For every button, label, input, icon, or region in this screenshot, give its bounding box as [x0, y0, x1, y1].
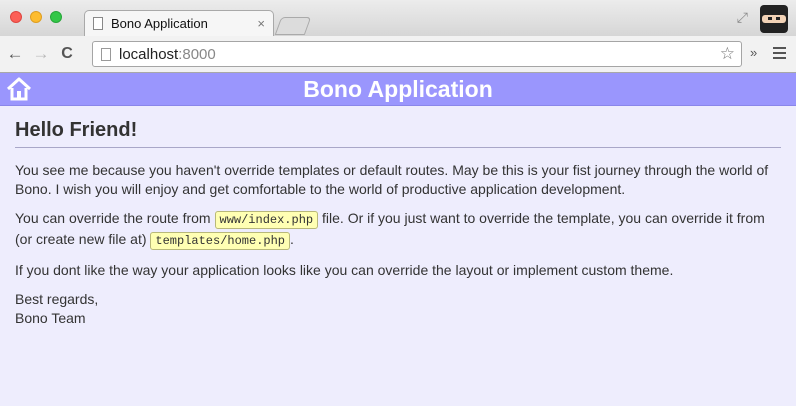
- extensions-overflow-icon[interactable]: »: [750, 45, 757, 60]
- tab-title: Bono Application: [111, 16, 208, 31]
- app-title: Bono Application: [303, 76, 493, 102]
- close-window-button[interactable]: [10, 11, 22, 23]
- tab-close-icon[interactable]: ×: [257, 16, 265, 31]
- override-paragraph: You can override the route from www/inde…: [15, 210, 765, 250]
- page-icon: [101, 47, 111, 61]
- menu-icon[interactable]: [773, 47, 786, 62]
- layout-paragraph: If you dont like the way your applicatio…: [15, 262, 674, 278]
- intro-paragraph: You see me because you haven't override …: [15, 162, 769, 197]
- browser-toolbar: ← → C localhost :8000 ☆ »: [0, 36, 796, 73]
- page-viewport: Bono Application Hello Friend! You see m…: [0, 73, 796, 406]
- route-file-code: www/index.php: [214, 211, 319, 229]
- app-header: Bono Application: [0, 73, 796, 106]
- browser-titlebar: Bono Application × ⤢: [0, 0, 796, 36]
- profile-avatar-icon[interactable]: [760, 5, 788, 33]
- home-icon[interactable]: [5, 77, 33, 106]
- window-controls: [10, 11, 62, 23]
- signature-text: Bono Team: [15, 310, 86, 326]
- zoom-window-button[interactable]: [50, 11, 62, 23]
- regards-text: Best regards,: [15, 291, 99, 307]
- signoff: Best regards, Bono Team: [15, 290, 781, 328]
- new-tab-button[interactable]: [274, 17, 312, 35]
- forward-arrow-icon[interactable]: →: [30, 44, 52, 64]
- address-bar[interactable]: localhost :8000 ☆: [92, 41, 742, 67]
- page-heading: Hello Friend!: [15, 120, 781, 148]
- reload-icon[interactable]: C: [56, 45, 78, 63]
- back-arrow-icon[interactable]: ←: [4, 44, 26, 64]
- template-file-code: templates/home.php: [150, 232, 291, 250]
- url-port: :8000: [178, 45, 216, 63]
- url-host: localhost: [119, 45, 179, 63]
- main-content: Hello Friend! You see me because you hav…: [0, 120, 796, 328]
- minimize-window-button[interactable]: [30, 11, 42, 23]
- fullscreen-icon[interactable]: ⤢: [737, 9, 748, 26]
- page-icon: [93, 17, 103, 30]
- bookmark-star-icon[interactable]: ☆: [720, 44, 735, 64]
- browser-tab[interactable]: Bono Application ×: [84, 10, 274, 36]
